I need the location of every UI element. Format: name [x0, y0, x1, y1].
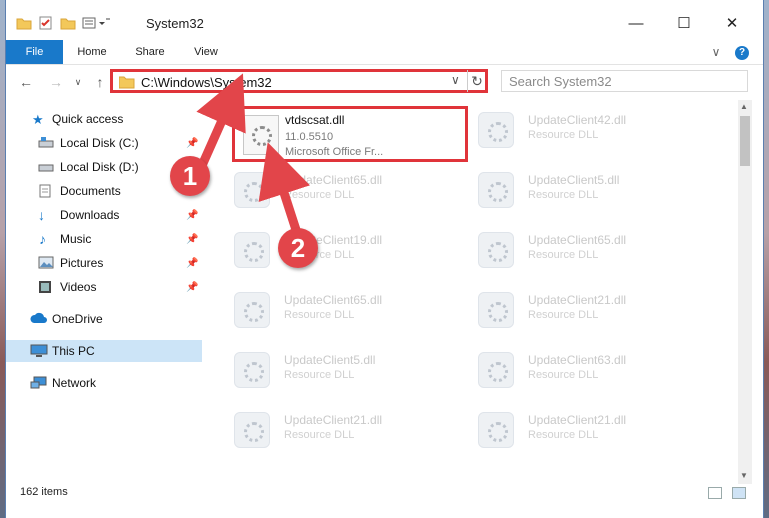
- step-1-badge: 1: [170, 156, 210, 196]
- step-2-badge: 2: [278, 228, 318, 268]
- annotation-arrows: [195, 73, 311, 238]
- arrow-2: [258, 142, 311, 238]
- arrow-1: [195, 73, 246, 172]
